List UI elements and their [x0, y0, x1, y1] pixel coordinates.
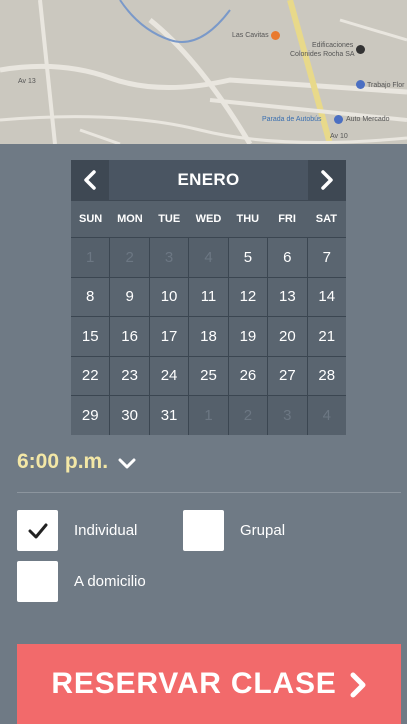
checkmark-icon: [28, 523, 47, 538]
calendar-day: 3: [268, 396, 307, 435]
calendar-day: 2: [110, 238, 149, 277]
calendar-day: 1: [189, 396, 228, 435]
calendar-day[interactable]: 22: [71, 356, 110, 395]
calendar-weekdays: SUN MON TUE WED THU FRI SAT: [71, 200, 346, 237]
calendar-day[interactable]: 27: [268, 356, 307, 395]
chevron-left-icon: [84, 170, 96, 190]
map-pin-icon: [356, 80, 365, 89]
calendar-day[interactable]: 15: [71, 317, 110, 356]
weekday-label: FRI: [278, 213, 296, 225]
map-pin-icon: [271, 31, 280, 40]
calendar-month-title: ENERO: [109, 160, 308, 200]
calendar-day[interactable]: 24: [149, 356, 189, 395]
calendar-day[interactable]: 5: [228, 238, 268, 277]
weekday-label: TUE: [158, 213, 181, 225]
option-individual[interactable]: Individual: [17, 510, 137, 551]
option-label: Grupal: [240, 522, 286, 539]
calendar-day[interactable]: 23: [110, 356, 149, 395]
calendar-day: 3: [149, 238, 189, 277]
chevron-right-icon: [350, 672, 366, 698]
calendar-day[interactable]: 8: [71, 277, 110, 316]
chevron-right-icon: [321, 170, 333, 190]
calendar-header: ENERO: [71, 160, 346, 200]
calendar-day[interactable]: 9: [110, 277, 149, 316]
time-selector[interactable]: 6:00 p.m.: [17, 450, 136, 474]
calendar: ENERO SUN MON TUE WED THU FRI SAT 123456…: [71, 160, 346, 435]
prev-month-button[interactable]: [71, 160, 109, 200]
calendar-day[interactable]: 17: [149, 317, 189, 356]
next-month-button[interactable]: [308, 160, 346, 200]
calendar-day[interactable]: 18: [189, 317, 228, 356]
map-label: Auto Mercado: [346, 116, 390, 123]
option-label: Individual: [74, 522, 138, 539]
chevron-down-icon: [118, 458, 136, 469]
option-label: A domicilio: [74, 573, 146, 590]
option-grupal[interactable]: Grupal: [183, 510, 285, 551]
map-label: Colonides Rocha SA: [290, 51, 355, 58]
calendar-day[interactable]: 12: [228, 277, 268, 316]
map-pin-icon: [356, 45, 365, 54]
calendar-day[interactable]: 19: [228, 317, 268, 356]
calendar-day[interactable]: 14: [307, 277, 346, 316]
calendar-days-grid: 1 2 3 4 5 6 7 8 9 10 11 12 13 14 15 16 17 18 19 20 21 22 23 24 2…: [71, 237, 346, 435]
map-label: Parada de Autobús: [262, 116, 322, 123]
map-label: Edificaciones: [312, 42, 354, 49]
calendar-day: 2: [228, 396, 268, 435]
reserve-class-button[interactable]: RESERVAR CLASE: [17, 644, 401, 724]
calendar-day: 1: [71, 238, 110, 277]
calendar-day: 4: [189, 238, 228, 277]
divider: [17, 492, 401, 493]
calendar-day[interactable]: 13: [268, 277, 307, 316]
calendar-day[interactable]: 28: [307, 356, 346, 395]
individual-checkbox[interactable]: [17, 510, 58, 551]
calendar-day[interactable]: 26: [228, 356, 268, 395]
weekday-label: WED: [195, 213, 222, 225]
grupal-checkbox[interactable]: [183, 510, 224, 551]
weekday-label: MON: [117, 213, 143, 225]
map-pin-icon: [334, 115, 343, 124]
map-label: Las Cavitas: [232, 32, 269, 39]
map-label: Trabajo Flor: [367, 82, 405, 89]
weekday-label: SAT: [315, 213, 337, 225]
calendar-day[interactable]: 20: [268, 317, 307, 356]
domicilio-checkbox[interactable]: [17, 561, 58, 602]
weekday-label: THU: [236, 213, 260, 225]
calendar-day[interactable]: 21: [307, 317, 346, 356]
calendar-day[interactable]: 10: [149, 277, 189, 316]
calendar-day[interactable]: 25: [189, 356, 228, 395]
map-label: Av 10: [330, 133, 348, 140]
option-domicilio[interactable]: A domicilio: [17, 561, 146, 602]
reserve-button-label: RESERVAR CLASE: [51, 667, 337, 700]
calendar-day[interactable]: 30: [110, 396, 149, 435]
weekday-label: SUN: [79, 213, 103, 225]
calendar-day[interactable]: 16: [110, 317, 149, 356]
calendar-day[interactable]: 31: [149, 396, 189, 435]
calendar-day: 4: [307, 396, 346, 435]
calendar-day[interactable]: 7: [307, 238, 346, 277]
map-label: Av 13: [18, 78, 36, 85]
calendar-day[interactable]: 6: [268, 238, 307, 277]
calendar-day[interactable]: 11: [189, 277, 228, 316]
map-view[interactable]: Las Cavitas Edificaciones Colonides Roch…: [0, 0, 407, 144]
time-value: 6:00 p.m.: [17, 450, 109, 473]
calendar-day[interactable]: 29: [71, 396, 110, 435]
